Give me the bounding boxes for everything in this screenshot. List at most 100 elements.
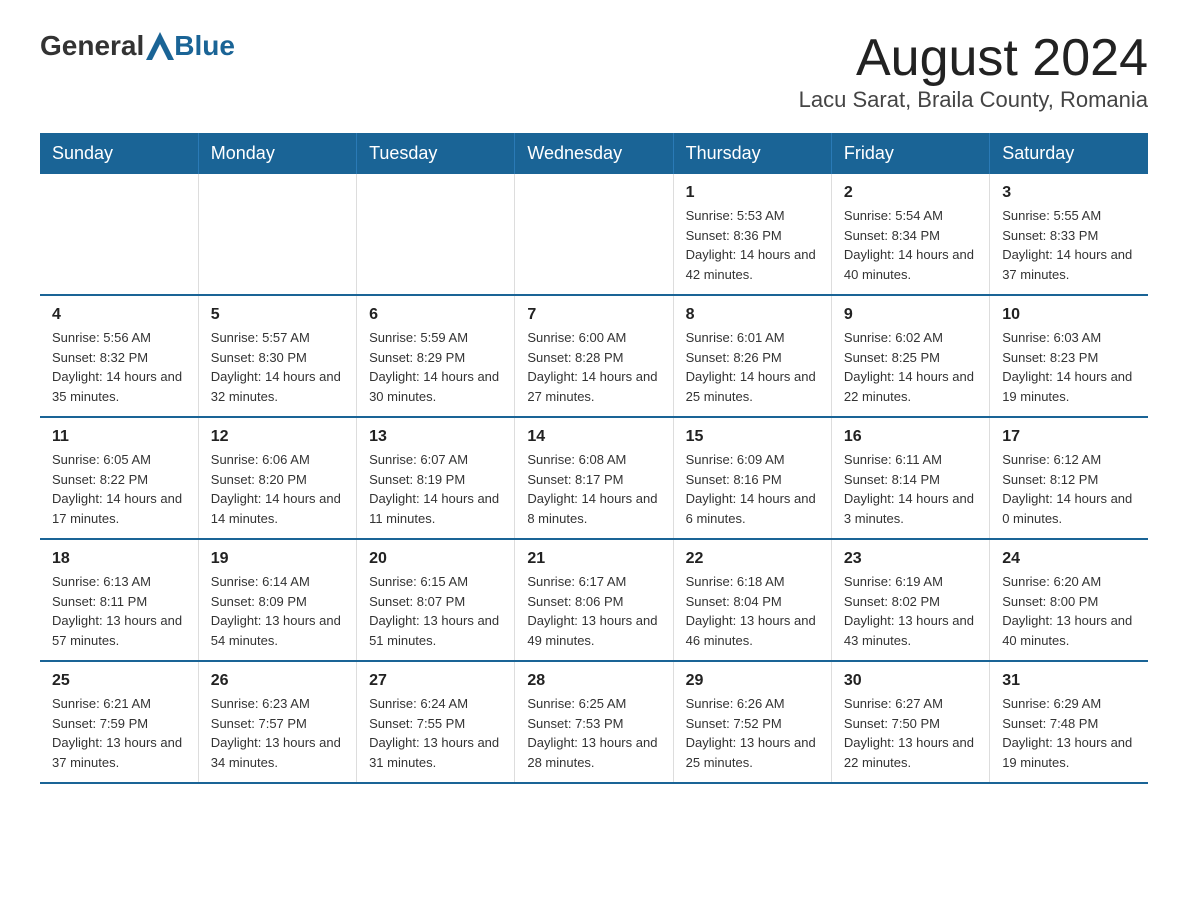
day-number: 22 bbox=[686, 550, 819, 568]
day-number: 29 bbox=[686, 672, 819, 690]
header-wednesday: Wednesday bbox=[515, 133, 673, 174]
day-number: 6 bbox=[369, 306, 502, 324]
day-number: 7 bbox=[527, 306, 660, 324]
calendar-title: August 2024 bbox=[799, 30, 1148, 87]
calendar-cell: 26 Sunrise: 6:23 AMSunset: 7:57 PMDayligh… bbox=[198, 661, 356, 783]
calendar-cell: 18 Sunrise: 6:13 AMSunset: 8:11 PMDayligh… bbox=[40, 539, 198, 661]
calendar-cell: 13 Sunrise: 6:07 AMSunset: 8:19 PMDayligh… bbox=[357, 417, 515, 539]
day-info: Sunrise: 6:21 AMSunset: 7:59 PMDaylight:… bbox=[52, 694, 186, 772]
day-info: Sunrise: 6:09 AMSunset: 8:16 PMDaylight:… bbox=[686, 450, 819, 528]
day-number: 2 bbox=[844, 184, 977, 202]
day-info: Sunrise: 6:00 AMSunset: 8:28 PMDaylight:… bbox=[527, 328, 660, 406]
day-number: 1 bbox=[686, 184, 819, 202]
day-info: Sunrise: 6:05 AMSunset: 8:22 PMDaylight:… bbox=[52, 450, 186, 528]
calendar-cell: 10Sunrise: 6:03 AMSunset: 8:23 PMDayligh… bbox=[990, 295, 1148, 417]
day-info: Sunrise: 6:11 AMSunset: 8:14 PMDaylight:… bbox=[844, 450, 977, 528]
calendar-cell: 29 Sunrise: 6:26 AMSunset: 7:52 PMDayligh… bbox=[673, 661, 831, 783]
calendar-table: SundayMondayTuesdayWednesdayThursdayFrid… bbox=[40, 133, 1148, 784]
day-info: Sunrise: 6:18 AMSunset: 8:04 PMDaylight:… bbox=[686, 572, 819, 650]
day-info: Sunrise: 6:07 AMSunset: 8:19 PMDaylight:… bbox=[369, 450, 502, 528]
day-info: Sunrise: 5:54 AMSunset: 8:34 PMDaylight:… bbox=[844, 206, 977, 284]
calendar-cell: 23 Sunrise: 6:19 AMSunset: 8:02 PMDayligh… bbox=[831, 539, 989, 661]
header-saturday: Saturday bbox=[990, 133, 1148, 174]
calendar-cell: 5 Sunrise: 5:57 AMSunset: 8:30 PMDaylight… bbox=[198, 295, 356, 417]
day-number: 9 bbox=[844, 306, 977, 324]
calendar-cell bbox=[198, 174, 356, 295]
calendar-subtitle: Lacu Sarat, Braila County, Romania bbox=[799, 87, 1148, 113]
calendar-cell: 15 Sunrise: 6:09 AMSunset: 8:16 PMDayligh… bbox=[673, 417, 831, 539]
calendar-cell: 30 Sunrise: 6:27 AMSunset: 7:50 PMDayligh… bbox=[831, 661, 989, 783]
calendar-cell: 21 Sunrise: 6:17 AMSunset: 8:06 PMDayligh… bbox=[515, 539, 673, 661]
day-info: Sunrise: 5:57 AMSunset: 8:30 PMDaylight:… bbox=[211, 328, 344, 406]
header-tuesday: Tuesday bbox=[357, 133, 515, 174]
day-number: 3 bbox=[1002, 184, 1136, 202]
calendar-title-block: August 2024 Lacu Sarat, Braila County, R… bbox=[799, 30, 1148, 113]
day-info: Sunrise: 6:02 AMSunset: 8:25 PMDaylight:… bbox=[844, 328, 977, 406]
week-row-5: 25 Sunrise: 6:21 AMSunset: 7:59 PMDayligh… bbox=[40, 661, 1148, 783]
logo-general: General bbox=[40, 30, 144, 62]
day-number: 23 bbox=[844, 550, 977, 568]
calendar-cell: 14 Sunrise: 6:08 AMSunset: 8:17 PMDayligh… bbox=[515, 417, 673, 539]
calendar-cell: 11 Sunrise: 6:05 AMSunset: 8:22 PMDayligh… bbox=[40, 417, 198, 539]
calendar-cell bbox=[515, 174, 673, 295]
calendar-cell: 8Sunrise: 6:01 AMSunset: 8:26 PMDaylight… bbox=[673, 295, 831, 417]
day-number: 19 bbox=[211, 550, 344, 568]
week-row-4: 18 Sunrise: 6:13 AMSunset: 8:11 PMDayligh… bbox=[40, 539, 1148, 661]
calendar-cell: 1Sunrise: 5:53 AMSunset: 8:36 PMDaylight… bbox=[673, 174, 831, 295]
day-number: 5 bbox=[211, 306, 344, 324]
calendar-header: SundayMondayTuesdayWednesdayThursdayFrid… bbox=[40, 133, 1148, 174]
day-number: 28 bbox=[527, 672, 660, 690]
day-number: 24 bbox=[1002, 550, 1136, 568]
day-number: 13 bbox=[369, 428, 502, 446]
calendar-cell: 24 Sunrise: 6:20 AMSunset: 8:00 PMDayligh… bbox=[990, 539, 1148, 661]
days-of-week-row: SundayMondayTuesdayWednesdayThursdayFrid… bbox=[40, 133, 1148, 174]
day-number: 15 bbox=[686, 428, 819, 446]
day-number: 18 bbox=[52, 550, 186, 568]
calendar-cell: 9 Sunrise: 6:02 AMSunset: 8:25 PMDaylight… bbox=[831, 295, 989, 417]
header-sunday: Sunday bbox=[40, 133, 198, 174]
calendar-cell: 4Sunrise: 5:56 AMSunset: 8:32 PMDaylight… bbox=[40, 295, 198, 417]
day-info: Sunrise: 6:27 AMSunset: 7:50 PMDaylight:… bbox=[844, 694, 977, 772]
header-monday: Monday bbox=[198, 133, 356, 174]
week-row-3: 11 Sunrise: 6:05 AMSunset: 8:22 PMDayligh… bbox=[40, 417, 1148, 539]
day-info: Sunrise: 5:55 AMSunset: 8:33 PMDaylight:… bbox=[1002, 206, 1136, 284]
day-number: 30 bbox=[844, 672, 977, 690]
day-info: Sunrise: 6:14 AMSunset: 8:09 PMDaylight:… bbox=[211, 572, 344, 650]
logo: General Blue bbox=[40, 30, 235, 62]
week-row-2: 4Sunrise: 5:56 AMSunset: 8:32 PMDaylight… bbox=[40, 295, 1148, 417]
calendar-cell: 20Sunrise: 6:15 AMSunset: 8:07 PMDayligh… bbox=[357, 539, 515, 661]
day-info: Sunrise: 6:01 AMSunset: 8:26 PMDaylight:… bbox=[686, 328, 819, 406]
day-number: 17 bbox=[1002, 428, 1136, 446]
day-number: 16 bbox=[844, 428, 977, 446]
day-number: 11 bbox=[52, 428, 186, 446]
day-info: Sunrise: 6:29 AMSunset: 7:48 PMDaylight:… bbox=[1002, 694, 1136, 772]
logo-icon bbox=[146, 32, 174, 60]
day-info: Sunrise: 6:08 AMSunset: 8:17 PMDaylight:… bbox=[527, 450, 660, 528]
day-info: Sunrise: 6:26 AMSunset: 7:52 PMDaylight:… bbox=[686, 694, 819, 772]
day-info: Sunrise: 6:19 AMSunset: 8:02 PMDaylight:… bbox=[844, 572, 977, 650]
day-number: 26 bbox=[211, 672, 344, 690]
calendar-cell: 12Sunrise: 6:06 AMSunset: 8:20 PMDayligh… bbox=[198, 417, 356, 539]
calendar-cell: 22 Sunrise: 6:18 AMSunset: 8:04 PMDayligh… bbox=[673, 539, 831, 661]
day-info: Sunrise: 6:23 AMSunset: 7:57 PMDaylight:… bbox=[211, 694, 344, 772]
calendar-cell: 6 Sunrise: 5:59 AMSunset: 8:29 PMDaylight… bbox=[357, 295, 515, 417]
day-info: Sunrise: 6:13 AMSunset: 8:11 PMDaylight:… bbox=[52, 572, 186, 650]
day-info: Sunrise: 6:12 AMSunset: 8:12 PMDaylight:… bbox=[1002, 450, 1136, 528]
week-row-1: 1Sunrise: 5:53 AMSunset: 8:36 PMDaylight… bbox=[40, 174, 1148, 295]
header-thursday: Thursday bbox=[673, 133, 831, 174]
logo-blue: Blue bbox=[174, 30, 235, 62]
day-info: Sunrise: 6:17 AMSunset: 8:06 PMDaylight:… bbox=[527, 572, 660, 650]
day-number: 14 bbox=[527, 428, 660, 446]
day-info: Sunrise: 6:06 AMSunset: 8:20 PMDaylight:… bbox=[211, 450, 344, 528]
calendar-cell: 7 Sunrise: 6:00 AMSunset: 8:28 PMDaylight… bbox=[515, 295, 673, 417]
calendar-body: 1Sunrise: 5:53 AMSunset: 8:36 PMDaylight… bbox=[40, 174, 1148, 783]
calendar-cell: 28Sunrise: 6:25 AMSunset: 7:53 PMDayligh… bbox=[515, 661, 673, 783]
calendar-cell: 31Sunrise: 6:29 AMSunset: 7:48 PMDayligh… bbox=[990, 661, 1148, 783]
day-number: 4 bbox=[52, 306, 186, 324]
calendar-cell: 2 Sunrise: 5:54 AMSunset: 8:34 PMDaylight… bbox=[831, 174, 989, 295]
calendar-cell: 3 Sunrise: 5:55 AMSunset: 8:33 PMDaylight… bbox=[990, 174, 1148, 295]
day-info: Sunrise: 5:59 AMSunset: 8:29 PMDaylight:… bbox=[369, 328, 502, 406]
day-number: 25 bbox=[52, 672, 186, 690]
day-info: Sunrise: 6:20 AMSunset: 8:00 PMDaylight:… bbox=[1002, 572, 1136, 650]
day-number: 21 bbox=[527, 550, 660, 568]
